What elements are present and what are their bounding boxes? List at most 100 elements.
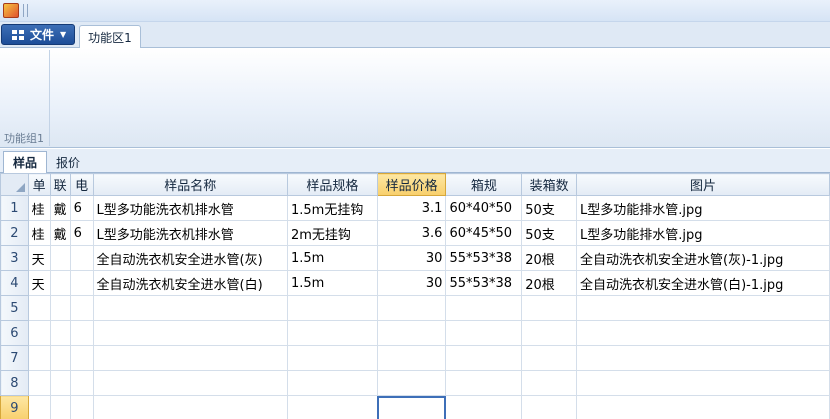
table-cell[interactable] <box>69 345 94 371</box>
table-cell[interactable] <box>521 370 578 396</box>
table-cell[interactable]: L型多功能洗衣机排水管 <box>92 195 288 221</box>
table-cell[interactable] <box>576 395 830 419</box>
table-cell[interactable]: 全自动洗衣机安全进水管(白)-1.jpg <box>576 270 830 296</box>
table-cell[interactable]: 全自动洗衣机安全进水管(白) <box>92 270 288 296</box>
table-cell[interactable] <box>521 345 578 371</box>
table-cell[interactable]: 天 <box>27 245 51 271</box>
table-cell[interactable] <box>69 270 94 296</box>
table-cell[interactable] <box>376 295 447 321</box>
table-cell[interactable]: 6 <box>69 220 94 246</box>
table-cell[interactable] <box>49 345 71 371</box>
table-cell[interactable]: 6 <box>69 195 94 221</box>
table-cell[interactable] <box>49 370 71 396</box>
table-cell[interactable]: 20根 <box>521 270 578 296</box>
column-header[interactable]: 电 <box>69 173 94 196</box>
table-cell[interactable] <box>286 395 378 419</box>
row-header[interactable]: 3 <box>0 245 29 271</box>
tab-function-area-1[interactable]: 功能区1 <box>79 25 141 49</box>
table-cell[interactable] <box>286 370 378 396</box>
table-cell[interactable]: 1.5m <box>286 245 378 271</box>
table-cell[interactable] <box>576 345 830 371</box>
table-cell[interactable] <box>27 370 51 396</box>
table-cell[interactable] <box>49 320 71 346</box>
table-cell[interactable] <box>27 395 51 419</box>
table-cell[interactable]: L型多功能洗衣机排水管 <box>92 220 288 246</box>
table-cell[interactable]: 全自动洗衣机安全进水管(灰)-1.jpg <box>576 245 830 271</box>
column-header[interactable]: 单 <box>27 173 51 196</box>
table-cell[interactable] <box>376 370 447 396</box>
table-cell[interactable] <box>576 320 830 346</box>
table-cell[interactable] <box>445 395 523 419</box>
table-cell[interactable]: 1.5m <box>286 270 378 296</box>
row-header[interactable]: 1 <box>0 195 29 221</box>
table-cell[interactable] <box>92 295 288 321</box>
table-cell[interactable]: 3.1 <box>376 195 447 221</box>
table-cell[interactable]: 50支 <box>521 195 578 221</box>
table-cell[interactable] <box>445 370 523 396</box>
table-cell[interactable] <box>92 395 288 419</box>
table-cell[interactable]: L型多功能排水管.jpg <box>576 220 830 246</box>
table-cell[interactable]: L型多功能排水管.jpg <box>576 195 830 221</box>
table-cell[interactable] <box>286 295 378 321</box>
table-cell[interactable]: 桂 <box>27 220 51 246</box>
column-header[interactable]: 箱规 <box>445 173 523 196</box>
row-header[interactable]: 5 <box>0 295 29 321</box>
row-header[interactable]: 8 <box>0 370 29 396</box>
table-cell[interactable] <box>376 320 447 346</box>
row-header[interactable]: 6 <box>0 320 29 346</box>
table-cell[interactable]: 60*45*50 <box>445 220 523 246</box>
table-cell[interactable] <box>445 295 523 321</box>
table-cell[interactable] <box>576 370 830 396</box>
table-cell[interactable]: 3.6 <box>376 220 447 246</box>
file-menu-button[interactable]: 文件 ▼ <box>1 24 75 45</box>
table-cell[interactable] <box>27 295 51 321</box>
table-cell[interactable] <box>69 395 94 419</box>
table-cell[interactable]: 60*40*50 <box>445 195 523 221</box>
table-cell[interactable] <box>92 345 288 371</box>
table-cell[interactable] <box>69 245 94 271</box>
table-cell[interactable] <box>27 320 51 346</box>
table-cell[interactable]: 30 <box>376 270 447 296</box>
table-cell[interactable] <box>69 320 94 346</box>
table-cell[interactable] <box>445 320 523 346</box>
app-icon[interactable] <box>3 3 19 18</box>
table-cell[interactable]: 天 <box>27 270 51 296</box>
table-cell[interactable] <box>521 295 578 321</box>
table-cell[interactable]: 55*53*38 <box>445 245 523 271</box>
column-header[interactable]: 装箱数 <box>521 173 578 196</box>
column-header[interactable]: 样品规格 <box>286 173 378 196</box>
column-header[interactable]: 联 <box>49 173 71 196</box>
row-header[interactable]: 4 <box>0 270 29 296</box>
tab-quotation[interactable]: 报价 <box>50 151 86 173</box>
table-cell[interactable]: 20根 <box>521 245 578 271</box>
table-cell[interactable]: 55*53*38 <box>445 270 523 296</box>
table-cell[interactable] <box>49 245 71 271</box>
table-cell[interactable] <box>376 345 447 371</box>
table-cell[interactable]: 戴 <box>49 195 71 221</box>
table-cell[interactable] <box>576 295 830 321</box>
table-cell[interactable] <box>521 320 578 346</box>
table-cell[interactable] <box>286 345 378 371</box>
table-cell[interactable] <box>69 295 94 321</box>
row-header[interactable]: 2 <box>0 220 29 246</box>
table-cell[interactable]: 50支 <box>521 220 578 246</box>
table-cell[interactable]: 1.5m无挂钩 <box>286 195 378 221</box>
table-cell[interactable] <box>92 370 288 396</box>
column-header[interactable]: 样品名称 <box>92 173 288 196</box>
table-cell[interactable] <box>92 320 288 346</box>
column-header[interactable]: 图片 <box>576 173 830 196</box>
table-cell[interactable] <box>69 370 94 396</box>
table-cell[interactable] <box>376 395 447 419</box>
tab-samples[interactable]: 样品 <box>3 151 47 173</box>
table-cell[interactable]: 戴 <box>49 220 71 246</box>
table-cell[interactable] <box>286 320 378 346</box>
table-cell[interactable]: 全自动洗衣机安全进水管(灰) <box>92 245 288 271</box>
table-cell[interactable] <box>49 295 71 321</box>
table-cell[interactable]: 桂 <box>27 195 51 221</box>
table-cell[interactable] <box>521 395 578 419</box>
table-cell[interactable]: 2m无挂钩 <box>286 220 378 246</box>
table-cell[interactable] <box>49 270 71 296</box>
row-header[interactable]: 7 <box>0 345 29 371</box>
select-all-corner[interactable] <box>0 173 29 196</box>
row-header[interactable]: 9 <box>0 395 29 419</box>
